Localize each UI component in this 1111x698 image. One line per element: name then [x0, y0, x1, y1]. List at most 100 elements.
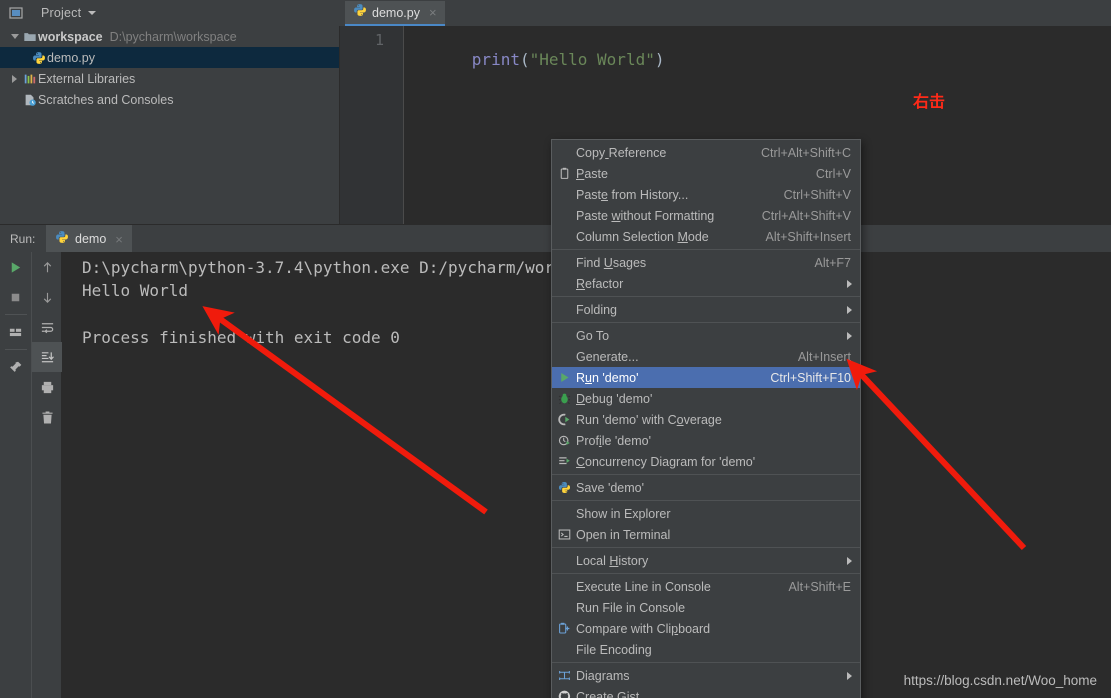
menu-item-copy-reference[interactable]: Copy Reference Ctrl+Alt+Shift+C — [552, 142, 860, 163]
submenu-arrow-icon — [847, 331, 852, 340]
menu-item-label: Run File in Console — [576, 600, 686, 615]
project-panel-header[interactable]: Project — [0, 0, 340, 26]
terminal-icon — [552, 528, 576, 541]
menu-item-paste-from-history[interactable]: Paste from History... Ctrl+Shift+V — [552, 184, 860, 205]
menu-item-execute-line-in-console[interactable]: Execute Line in Console Alt+Shift+E — [552, 576, 860, 597]
github-icon — [552, 690, 576, 698]
menu-item-label: Copy Reference — [576, 145, 667, 160]
menu-item-create-gist[interactable]: Create Gist... — [552, 686, 860, 698]
close-icon[interactable]: × — [115, 232, 123, 247]
print-icon[interactable] — [32, 372, 63, 402]
menu-item-diagrams[interactable]: Diagrams — [552, 665, 860, 686]
menu-item-generate[interactable]: Generate... Alt+Insert — [552, 346, 860, 367]
menu-item-shortcut: Alt+Shift+E — [788, 579, 851, 594]
tree-item-path: D:\pycharm\workspace — [109, 29, 237, 44]
scroll-to-end-icon[interactable] — [31, 342, 63, 372]
python-icon — [55, 230, 69, 249]
menu-item-show-in-explorer[interactable]: Show in Explorer — [552, 503, 860, 524]
editor-context-menu[interactable]: Copy Reference Ctrl+Alt+Shift+C Paste Ctrl+… — [551, 139, 861, 698]
menu-item-run-file-in-console[interactable]: Run File in Console — [552, 597, 860, 618]
submenu-arrow-icon — [847, 556, 852, 565]
menu-item-shortcut: Alt+Insert — [797, 349, 851, 364]
stop-icon[interactable] — [0, 282, 31, 312]
menu-item-label: Profile 'demo' — [576, 433, 651, 448]
tree-item-scratches-and-consoles[interactable]: Scratches and Consoles — [0, 89, 339, 110]
menu-item-save-demo[interactable]: Save 'demo' — [552, 477, 860, 498]
menu-item-shortcut: Ctrl+V — [815, 166, 851, 181]
run-actions-column — [0, 252, 31, 382]
toolbar-divider — [4, 314, 27, 315]
pin-icon[interactable] — [0, 352, 31, 382]
menu-item-label: Diagrams — [576, 668, 630, 683]
soft-wrap-icon[interactable] — [32, 312, 63, 342]
twisty-expanded-icon[interactable] — [8, 34, 21, 39]
menu-item-label: Find Usages — [576, 255, 647, 270]
run-tab-demo[interactable]: demo × — [46, 225, 132, 253]
menu-item-open-in-terminal[interactable]: Open in Terminal — [552, 524, 860, 545]
twisty-collapsed-icon[interactable] — [8, 74, 21, 83]
menu-item-label: File Encoding — [576, 642, 652, 657]
menu-item-local-history[interactable]: Local History — [552, 550, 860, 571]
menu-item-column-selection-mode[interactable]: Column Selection Mode Alt+Shift+Insert — [552, 226, 860, 247]
menu-item-label: Run 'demo' — [576, 370, 639, 385]
menu-item-shortcut: Ctrl+Alt+Shift+V — [761, 208, 851, 223]
editor-gutter[interactable]: 1 — [340, 26, 404, 224]
menu-item-label: Local History — [576, 553, 649, 568]
toolbar-divider — [4, 349, 27, 350]
menu-item-label: Run 'demo' with Coverage — [576, 412, 722, 427]
menu-item-run-demo[interactable]: Run 'demo' Ctrl+Shift+F10 — [552, 367, 860, 388]
tree-item-label: External Libraries — [38, 71, 136, 86]
console-actions-column — [31, 252, 63, 698]
run-icon[interactable] — [0, 252, 31, 282]
tree-item-external-libraries[interactable]: External Libraries — [0, 68, 339, 89]
tree-item-demo-py[interactable]: demo.py — [0, 47, 339, 68]
menu-item-debug-demo[interactable]: Debug 'demo' — [552, 388, 860, 409]
menu-item-shortcut: Ctrl+Shift+F10 — [770, 370, 851, 385]
menu-item-label: Execute Line in Console — [576, 579, 711, 594]
menu-item-run-demo-with-coverage[interactable]: Run 'demo' with Coverage — [552, 409, 860, 430]
menu-item-file-encoding[interactable]: File Encoding — [552, 639, 860, 660]
tab-demo-py[interactable]: demo.py × — [345, 1, 445, 26]
menu-item-label: Debug 'demo' — [576, 391, 653, 406]
menu-item-label: Open in Terminal — [576, 527, 671, 542]
close-icon[interactable]: × — [429, 5, 437, 20]
up-arrow-icon[interactable] — [32, 252, 63, 282]
menu-item-go-to[interactable]: Go To — [552, 325, 860, 346]
menu-item-label: Paste — [576, 166, 608, 181]
coverage-icon — [552, 413, 576, 426]
chevron-down-icon[interactable] — [88, 11, 97, 15]
layout-icon[interactable] — [0, 317, 31, 347]
code-token-string: "Hello World" — [529, 50, 655, 69]
tree-item-label: Scratches and Consoles — [38, 92, 174, 107]
menu-item-label: Go To — [576, 328, 610, 343]
debug-bug-icon — [552, 392, 576, 405]
down-arrow-icon[interactable] — [32, 282, 63, 312]
tree-item-workspace[interactable]: workspace D:\pycharm\workspace — [0, 26, 339, 47]
menu-item-label: Concurrency Diagram for 'demo' — [576, 454, 756, 469]
submenu-arrow-icon — [847, 305, 852, 314]
menu-item-shortcut: Alt+F7 — [814, 255, 851, 270]
menu-item-label: Paste without Formatting — [576, 208, 715, 223]
menu-item-profile-demo[interactable]: Profile 'demo' — [552, 430, 860, 451]
libraries-icon — [21, 72, 38, 86]
project-view-icon — [8, 5, 24, 21]
folder-icon — [21, 30, 38, 44]
submenu-arrow-icon — [847, 279, 852, 288]
scratches-icon — [21, 93, 38, 107]
menu-item-compare-with-clipboard[interactable]: Compare with Clipboard — [552, 618, 860, 639]
run-tab-label: demo — [75, 232, 107, 246]
menu-item-refactor[interactable]: Refactor — [552, 273, 860, 294]
menu-item-shortcut: Ctrl+Shift+V — [783, 187, 851, 202]
menu-item-find-usages[interactable]: Find Usages Alt+F7 — [552, 252, 860, 273]
concurrency-icon — [552, 455, 576, 468]
menu-item-concurrency-diagram-for-demo[interactable]: Concurrency Diagram for 'demo' — [552, 451, 860, 472]
menu-item-folding[interactable]: Folding — [552, 299, 860, 320]
python-file-icon — [30, 51, 47, 65]
menu-item-label: Create Gist... — [576, 689, 650, 698]
menu-item-paste[interactable]: Paste Ctrl+V — [552, 163, 860, 184]
menu-item-paste-without-formatting[interactable]: Paste without Formatting Ctrl+Alt+Shift+V — [552, 205, 860, 226]
pycharm-window: Project demo.py × workspace D:\pycharm\w… — [0, 0, 1111, 698]
menu-item-shortcut: Ctrl+Alt+Shift+C — [761, 145, 851, 160]
trash-icon[interactable] — [32, 402, 63, 432]
python-icon — [552, 481, 576, 494]
